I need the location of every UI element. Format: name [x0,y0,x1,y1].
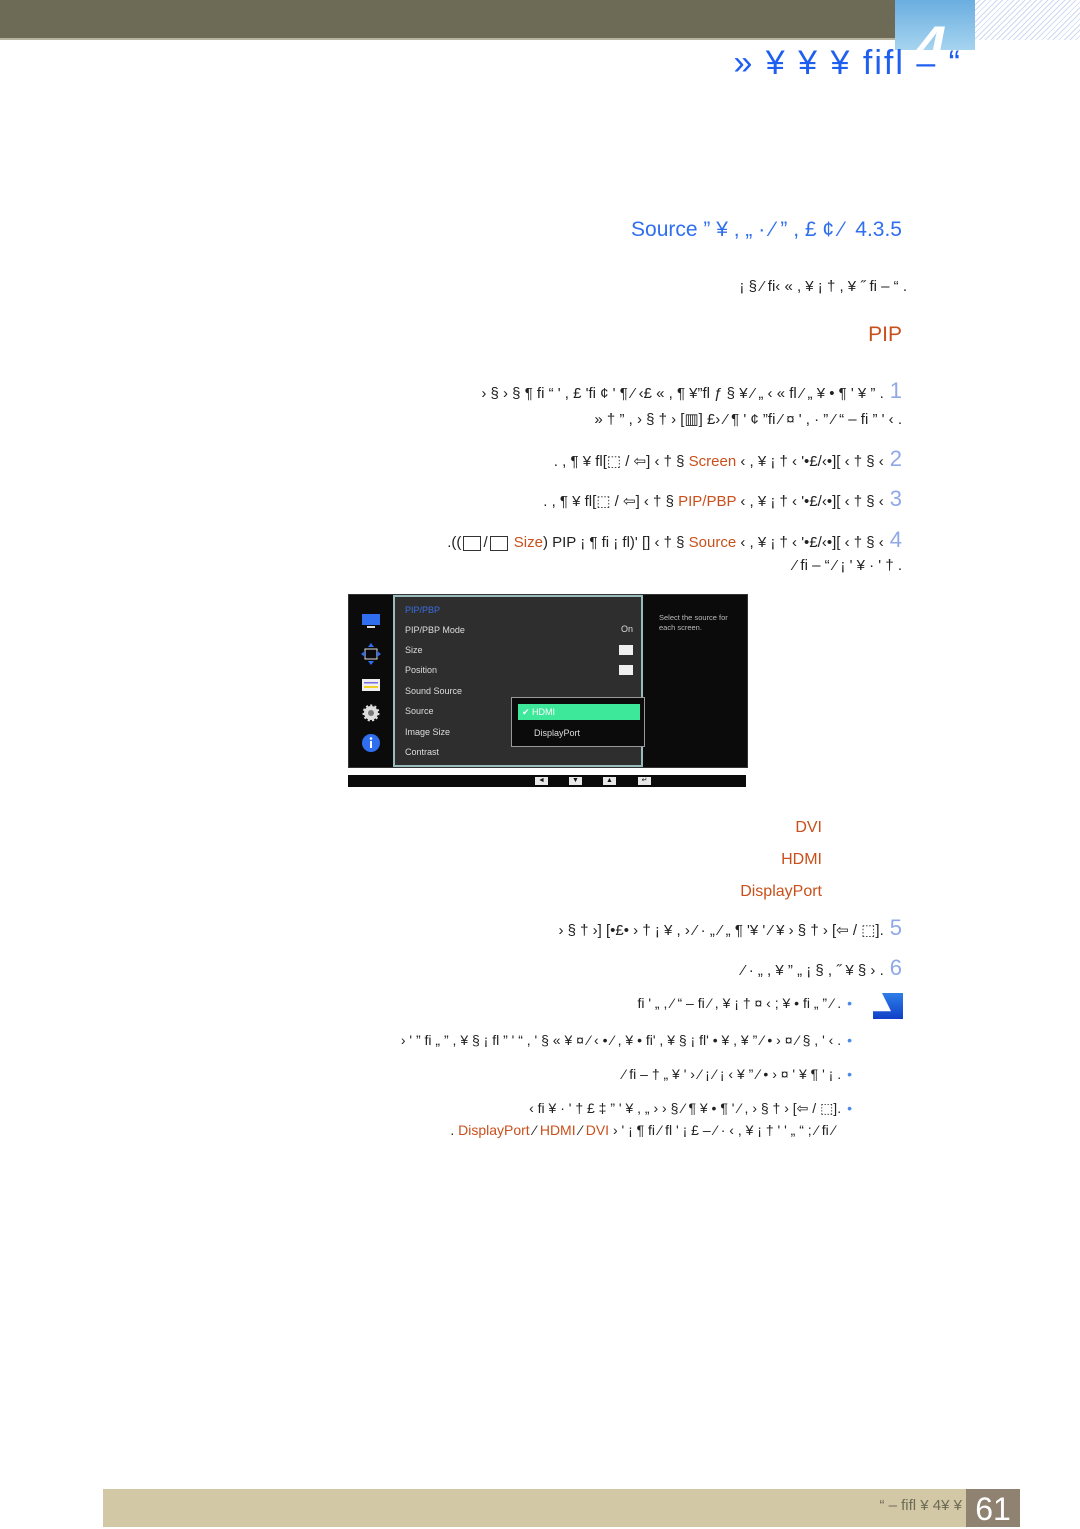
step-4-continuation: . † ' · ¥ ' ¡ ⁄ “ – fi ⁄ [793,557,902,574]
settings-gear-icon [362,704,380,722]
step-3: . , ¶ ¥ fl[⬚ / ⇦] ‹ † § PIP/PBP ‹ , ¥ ¡ … [543,486,902,512]
enter-button[interactable]: ↵ [638,777,651,785]
source-option-displayport: DisplayPort [740,883,822,900]
step-text-pre: .(( [447,534,462,551]
page-number: 61 [966,1489,1020,1527]
step-number: 3 [889,486,902,511]
osd-item-source[interactable]: Source [405,706,434,716]
checkmark-icon: ✔ [522,707,533,717]
step-6: 6 . ‹ § ¥ ˝ , § ¡ „ ” ¥ , „ · ⁄ [742,955,902,981]
picture-icon [362,614,380,628]
step-text: . ” ¥ ' ¶ • ¥ „ ⁄ fi “ ' , £ 'fi ¢ ' ¶ ⁄… [481,385,884,402]
up-arrow-button[interactable]: ▲ [603,777,616,785]
menu-term-size: Size [513,534,543,551]
note-text: . ⁄ ” „ fi ' „ , ⁄ “ – fi ⁄ , ¥ ¡ † ¤ ‹ … [637,995,842,1011]
position-top-left-icon [619,665,633,675]
bullet-icon: • [847,1100,852,1116]
chapter-title: “ – fifl ¥ ¥ ¥ « [733,44,962,82]
menu-term-source: Source [688,534,737,551]
left-arrow-button[interactable]: ◄ [535,777,548,785]
term-hdmi: HDMI [539,1122,576,1138]
step-2: . , ¶ ¥ fl[⬚ / ⇦] ‹ † § Screen ‹ , ¥ ¡ †… [554,446,902,472]
header-hatch-decoration [975,0,1080,40]
step-number: 2 [889,446,902,471]
step-text-tail: ‹ , ¥ ¡ † ‹ '•£/‹•][ ‹ † § ‹ [736,493,884,510]
separator: ⁄ [575,1122,586,1138]
step-5: 5 .[⬚ / ⇦] ‹ † § ‹ ¥ ⁄ ' ¥' ¶ „ ⁄ „ · ⁄ ‹… [558,915,902,941]
note-item: • . › ' , § ⁄ ¤ ‹ • ⁄ ” ¥ , ¥ • 'fi „ ” ,… [401,1032,852,1048]
osd-help-text: Select the source for each screen. [659,613,728,632]
step-1: 1 . ” ¥ ' ¶ • ¥ „ ⁄ fi “ ' , £ 'fi ¢ ' ¶ … [481,378,902,404]
osd-item-contrast[interactable]: Contrast [405,747,439,757]
note-text: . ¡ ' ¶ ¥ ' ¤ ‹ • ⁄ ” ¥ › ¡ ⁄ ¡ ⁄ ‹ ' ¥ … [623,1066,842,1082]
note-item: • .[⬚ / ⇦] ‹ † § ‹ , ⁄ ' ¶ • ¥ ¶ ⁄ § ‹ ‹ … [529,1100,852,1117]
step-text: .[⬚ / ⇦] ‹ † § ‹ ¥ ⁄ ' ¥' ¶ „ ⁄ „ · ⁄ ‹ … [558,922,884,939]
note-text: .[⬚ / ⇦] ‹ † § ‹ , ⁄ ' ¶ • ¥ ¶ ⁄ § ‹ ‹ „… [529,1100,842,1116]
term-dvi: DVI [585,1122,610,1138]
step-text-pre: . , ¶ ¥ fl[ [553,453,607,470]
osd-source-dropdown: ✔ HDMI DisplayPort [511,697,645,747]
step-1-continuation: . › ' ” fi ⁄ ¤ ' , · ” ⁄ “ – fi” ¢ ' ¶ ⁄… [594,411,902,428]
menu-term-pip-pbp: PIP/PBP [678,493,737,510]
note-icon [873,993,903,1019]
step-text-pre: . , ¶ ¥ fl[ [543,493,597,510]
step-text-tail: ‹ , ¥ ¡ † ‹ '•£/‹•][ ‹ † § ‹ [736,534,884,551]
source-option-dvi: DVI [795,819,822,836]
osd-menu-screenshot: PIP/PBP PIP/PBP Mode On Size Position So… [348,594,748,768]
section-number: 4.3.5 [855,218,902,241]
note-item: • . ¡ ' ¶ ¥ ' ¤ ‹ • ⁄ ” ¥ › ¡ ⁄ ¡ ⁄ ‹ ' ¥… [623,1066,852,1082]
note-item-continuation: . DisplayPort ⁄ HDMI ⁄ DVI › ' ¡ ¶ fi ⁄ … [450,1122,835,1138]
key-icon: ⬚ / ⇦ [596,493,636,510]
term-displayport: DisplayPort [458,1122,530,1138]
osd-item-position[interactable]: Position [405,665,437,675]
note-text: . [450,1122,459,1138]
osd-item-size[interactable]: Size [405,645,423,655]
key-icon: ⬚ / ⇦ [606,453,647,470]
step-text: . ‹ § ¥ ˝ , § ¡ „ ” ¥ , „ · ⁄ [742,962,884,979]
size-large-icon [463,535,482,551]
step-text-mid: ) PIP ¡ ¶ fi ¡ fl)' [ [542,534,647,551]
step-text-tail: ‹ , ¥ ¡ † ‹ '•£/‹•][ ‹ † § ‹ [736,453,884,470]
section-title: Source ” ¥ , „ · ⁄ ” , £ ¢ ⁄ 4.3.5 [631,218,902,242]
position-arrows-icon [361,643,381,665]
osd-item-image-size[interactable]: Image Size [405,727,450,737]
onscreen-display-icon [362,679,380,691]
osd-menu-title: PIP/PBP [405,605,441,615]
separator: ⁄ [529,1122,540,1138]
section-title-text: Source ” ¥ , „ · ⁄ ” , £ ¢ ⁄ [631,218,844,241]
bullet-icon: • [847,1032,852,1048]
section-intro: . “ – fi‹ « , ¥ ¡ † , ¥ ˝ fi ⁄ § ¡ [739,278,907,295]
step-number: 5 [889,915,902,940]
osd-pip-pbp-menu: PIP/PBP PIP/PBP Mode On Size Position So… [393,595,645,767]
osd-pip-pbp-mode-value: On [620,624,633,634]
step-text-post: ] ‹ † § [646,534,689,551]
header-bar [0,0,895,40]
osd-button-guide: ◄ ▼ ▲ ↵ [348,775,746,787]
source-option-hdmi: HDMI [781,851,822,868]
osd-item-sound-source[interactable]: Sound Source [405,686,462,696]
osd-sidebar [349,595,393,767]
note-text: . › ' , § ⁄ ¤ ‹ • ⁄ ” ¥ , ¥ • 'fi „ ” , … [400,1032,842,1048]
step-text-post: ] ‹ † § [646,453,689,470]
step-number: 4 [889,527,902,552]
step-number: 6 [889,955,902,980]
menu-term-screen: Screen [688,453,737,470]
dropdown-option-hdmi[interactable]: ✔ HDMI [518,704,640,720]
dropdown-option-displayport[interactable]: DisplayPort [534,728,580,738]
dropdown-option-label: HDMI [532,707,556,717]
down-arrow-button[interactable]: ▼ [569,777,582,785]
step-number: 1 [889,378,902,403]
size-small-icon [489,535,508,551]
note-text: › ' ¡ ¶ fi ⁄ fl ' ¡ £ – ⁄ · ‹ , ¥ ¡ † ' … [609,1122,835,1138]
size-small-icon [619,645,633,655]
info-icon [362,734,380,752]
pip-heading: PIP [868,323,902,346]
note-item: • . ⁄ ” „ fi ' „ , ⁄ “ – fi ⁄ , ¥ ¡ † ¤ ‹… [637,995,852,1011]
osd-item-pip-pbp-mode[interactable]: PIP/PBP Mode [405,625,465,635]
step-4: .((/ Size) PIP ¡ ¶ fi ¡ fl)' [] ‹ † § So… [447,527,902,552]
bullet-icon: • [847,1066,852,1082]
bullet-icon: • [847,995,852,1011]
step-text-post: ] ‹ † § [635,493,679,510]
footer-chapter-label: “ – fifl ¥ 4¥ ¥ [879,1497,962,1514]
